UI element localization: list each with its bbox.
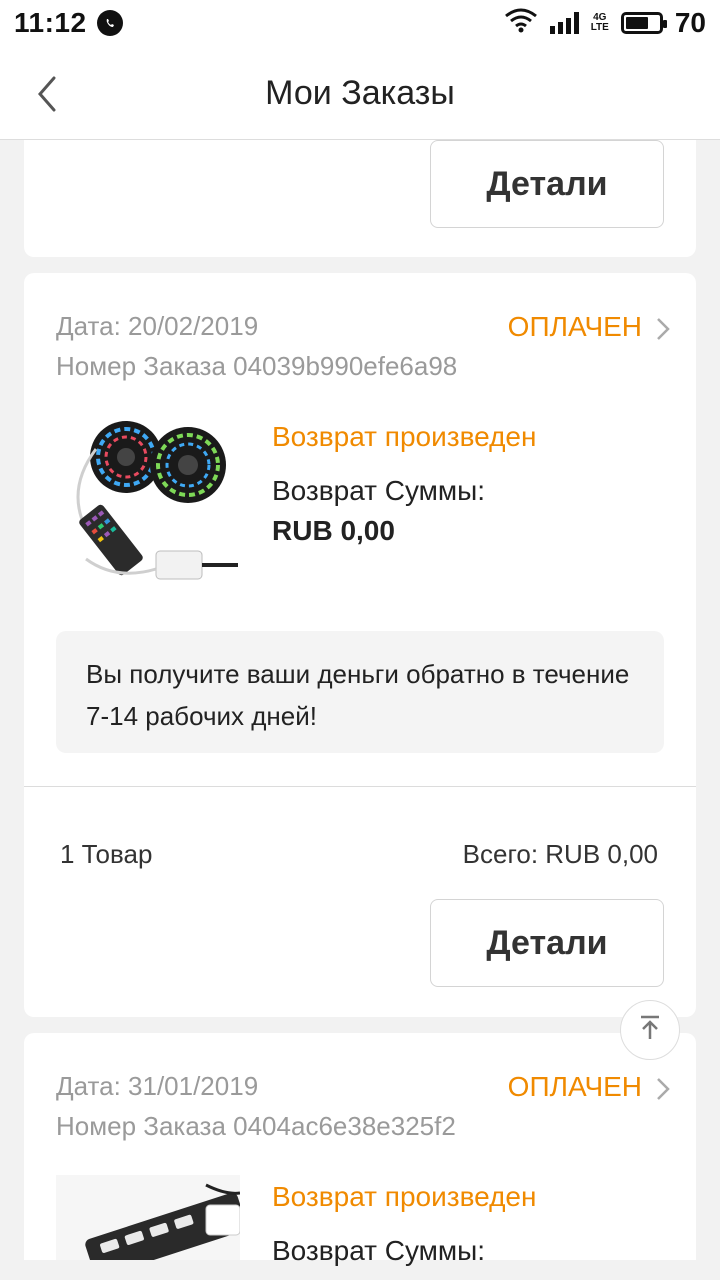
chevron-right-icon[interactable] [654, 1075, 672, 1103]
product-image[interactable] [56, 1175, 240, 1260]
items-count: 1 Товар [60, 839, 153, 869]
divider [24, 786, 696, 787]
scroll-to-top-button[interactable] [620, 1000, 680, 1060]
wifi-icon [504, 7, 538, 40]
battery-icon [620, 12, 667, 34]
product-image[interactable] [56, 409, 240, 597]
order-card: Дата: 31/01/2019 Номер Заказа 0404ac6e38… [24, 1033, 696, 1266]
arrow-up-icon [635, 1013, 665, 1048]
network-type: 4G LTE [590, 12, 609, 33]
order-number: Номер Заказа 0404ac6e38e325f2 [56, 1111, 456, 1141]
details-button[interactable]: Детали [430, 140, 664, 228]
order-card: Детали [24, 140, 696, 257]
return-status: Возврат произведен [272, 421, 537, 452]
return-status: Возврат произведен [272, 1181, 537, 1212]
return-amount: RUB 0,00 [272, 515, 395, 546]
whatsapp-icon [96, 10, 123, 36]
page-title: Мои Заказы [265, 74, 455, 112]
order-date: Дата: 31/01/2019 [56, 1071, 259, 1101]
order-card: Дата: 20/02/2019 Номер Заказа 04039b990e… [24, 273, 696, 1017]
order-total: Всего: RUB 0,00 [462, 839, 658, 869]
chevron-right-icon[interactable] [654, 315, 672, 343]
status-bar: 11:12 4G LTE 70 [0, 0, 720, 46]
return-amount-label: Возврат Суммы: [272, 1235, 486, 1266]
battery-level: 70 [674, 7, 706, 38]
app-bar: Мои Заказы [0, 46, 720, 140]
status-time: 11:12 [14, 7, 87, 38]
refund-info-note: Вы получите ваши деньги обратно в течени… [56, 631, 664, 753]
signal-icon [549, 12, 579, 34]
order-number: Номер Заказа 04039b990efe6a98 [56, 351, 458, 381]
details-button[interactable]: Детали [430, 899, 664, 987]
order-status[interactable]: ОПЛАЧЕН [508, 1071, 642, 1103]
return-amount-label: Возврат Суммы: [272, 475, 486, 506]
order-status[interactable]: ОПЛАЧЕН [508, 311, 642, 343]
order-date: Дата: 20/02/2019 [56, 311, 259, 341]
